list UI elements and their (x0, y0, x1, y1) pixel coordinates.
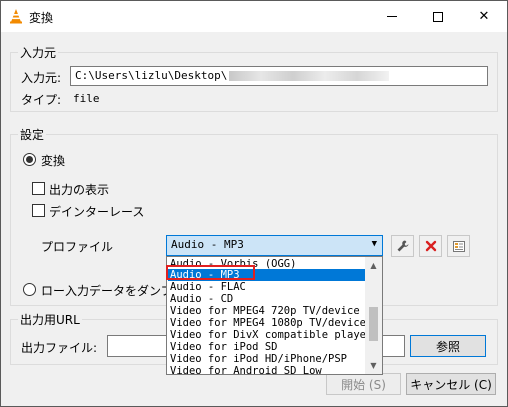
output-file-label: 出力ファイル: (21, 341, 98, 355)
maximize-button[interactable] (415, 1, 461, 32)
scroll-up-icon[interactable]: ▲ (365, 257, 382, 274)
start-button-label: 開始 (S) (341, 377, 386, 392)
source-path-field[interactable]: C:\Users\lizlu\Desktop\ (70, 66, 488, 86)
profile-option[interactable]: Audio - CD (168, 293, 365, 305)
show-output-label: 出力の表示 (49, 183, 110, 197)
window-title: 変換 (29, 11, 54, 25)
scroll-down-icon[interactable]: ▼ (365, 357, 382, 374)
deinterlace-checkbox[interactable] (32, 204, 45, 217)
browse-button-label: 参照 (435, 339, 460, 354)
delete-icon (425, 240, 436, 252)
profile-option[interactable]: Video for MPEG4 720p TV/device (168, 305, 365, 317)
title-bar: 変換 ✕ (1, 1, 507, 32)
deinterlace-label: デインターレース (49, 205, 145, 219)
type-value: file (73, 92, 100, 105)
profile-option[interactable]: Audio - FLAC (168, 281, 365, 293)
browse-button[interactable]: 参照 (410, 335, 486, 357)
profile-label: プロファイル (41, 240, 114, 254)
profile-option[interactable]: Video for DivX compatible player (168, 329, 365, 341)
cancel-button-label: キャンセル (C) (410, 377, 492, 392)
profile-selected-value: Audio - MP3 (171, 238, 244, 251)
profile-option[interactable]: Video for iPod HD/iPhone/PSP (168, 353, 365, 365)
source-group-title: 入力元 (18, 44, 59, 61)
profile-option[interactable]: Video for MPEG4 1080p TV/device (168, 317, 365, 329)
minimize-icon (387, 16, 397, 17)
output-group-title: 出力用URL (18, 311, 82, 328)
chevron-down-icon: ▼ (371, 239, 377, 249)
profile-select[interactable]: Audio - MP3 ▼ (166, 235, 383, 256)
vlc-cone-icon (10, 9, 22, 24)
source-label: 入力元: (21, 71, 62, 85)
maximize-icon (433, 11, 443, 22)
close-button[interactable]: ✕ (461, 1, 507, 32)
edit-profile-button[interactable] (391, 235, 414, 257)
scroll-thumb[interactable] (369, 307, 378, 341)
delete-profile-button[interactable] (419, 235, 442, 257)
profile-option[interactable]: Video for Android SD Low (168, 365, 365, 374)
annotation-highlight (166, 265, 255, 280)
convert-window: 変換 ✕ 入力元 入力元: C:\Users\lizlu\Desktop\ タイ… (0, 0, 508, 407)
close-icon: ✕ (478, 9, 490, 24)
cancel-button[interactable]: キャンセル (C) (406, 373, 496, 395)
start-button[interactable]: 開始 (S) (326, 373, 401, 395)
show-output-checkbox[interactable] (32, 182, 45, 195)
profile-option[interactable]: Video for iPod SD (168, 341, 365, 353)
dropdown-scrollbar[interactable]: ▲ ▼ (365, 257, 382, 374)
type-label: タイプ: (21, 93, 62, 107)
convert-radio-label: 変換 (41, 154, 66, 168)
wrench-icon (397, 240, 408, 252)
settings-group-title: 設定 (18, 126, 47, 143)
convert-radio[interactable] (23, 153, 36, 166)
new-profile-button[interactable] (447, 235, 470, 257)
source-path-text: C:\Users\lizlu\Desktop\ (75, 69, 228, 82)
raw-dump-label: ロー入力データをダンプ (41, 284, 173, 298)
redacted-filename (229, 71, 390, 81)
minimize-button[interactable] (369, 1, 415, 32)
raw-dump-radio[interactable] (23, 283, 36, 296)
new-profile-icon (452, 241, 465, 252)
